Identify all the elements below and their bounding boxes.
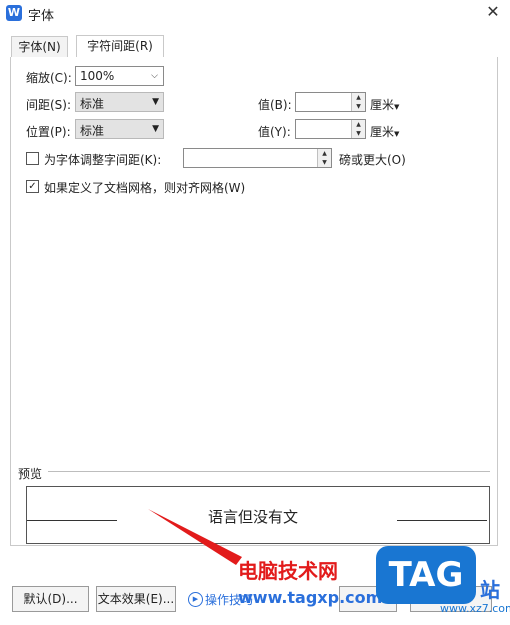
preview-baseline-right <box>397 520 487 521</box>
kerning-checkbox[interactable] <box>26 152 39 165</box>
up-arrow-icon[interactable]: ▲ <box>352 93 365 102</box>
position-amount-spinner[interactable]: ▲ ▼ <box>295 119 366 139</box>
caret-down-icon: ▼ <box>394 130 400 138</box>
preview-baseline-left <box>27 520 117 521</box>
spacing-unit: 厘米 <box>370 98 395 112</box>
wps-writer-icon: W <box>6 5 22 21</box>
caret-down-icon: ▼ <box>152 124 159 134</box>
spinner-buttons[interactable]: ▲ ▼ <box>317 149 331 167</box>
play-icon[interactable]: ▶ <box>188 592 203 607</box>
tag-logo: TAG <box>376 546 476 604</box>
spacing-unit-dropdown[interactable]: 厘米▼ <box>370 96 399 113</box>
down-arrow-icon[interactable]: ▼ <box>318 158 331 167</box>
watermark-arrow-graphic <box>148 509 242 565</box>
spinner-buttons[interactable]: ▲ ▼ <box>351 120 365 138</box>
preview-label: 预览 <box>18 467 43 481</box>
spacing-value: 标准 <box>80 97 105 111</box>
tab-font[interactable]: 字体(N) <box>11 36 68 58</box>
scale-value: 100% <box>80 69 115 83</box>
grid-align-checkbox[interactable]: ✓ <box>26 180 39 193</box>
up-arrow-icon[interactable]: ▲ <box>352 120 365 129</box>
window-title: 字体 <box>28 9 55 24</box>
kerning-label: 为字体调整字间距(K): <box>44 153 162 167</box>
position-label: 位置(P): <box>26 125 71 139</box>
spacing-amount-spinner[interactable]: ▲ ▼ <box>295 92 366 112</box>
position-unit: 厘米 <box>370 125 395 139</box>
position-amount-label: 值(Y): <box>258 125 291 139</box>
chevron-down-icon[interactable]: ⌵ <box>146 67 163 85</box>
watermark-url: www.tagxp.com <box>238 588 383 607</box>
kerning-spinner[interactable]: ▲ ▼ <box>183 148 332 168</box>
tab-character-spacing[interactable]: 字符间距(R) <box>76 35 164 58</box>
spacing-label: 间距(S): <box>26 98 72 112</box>
preview-divider <box>48 471 490 472</box>
caret-down-icon: ▼ <box>152 97 159 107</box>
watermark-side-text: 站 <box>480 578 500 602</box>
scale-label: 缩放(C): <box>26 71 72 85</box>
spacing-amount-label: 值(B): <box>258 98 292 112</box>
kerning-suffix-label: 磅或更大(O) <box>339 153 406 167</box>
up-arrow-icon[interactable]: ▲ <box>318 149 331 158</box>
watermark-site-text: 电脑技术网 <box>238 559 338 583</box>
caret-down-icon: ▼ <box>394 103 400 111</box>
down-arrow-icon[interactable]: ▼ <box>352 129 365 138</box>
position-dropdown[interactable]: 标准 ▼ <box>75 119 164 139</box>
text-effects-button[interactable]: 文本效果(E)... <box>96 586 176 612</box>
down-arrow-icon[interactable]: ▼ <box>352 102 365 111</box>
close-icon[interactable]: ✕ <box>484 3 502 21</box>
watermark-side-url: www.xz7.com <box>440 602 510 615</box>
position-value: 标准 <box>80 124 105 138</box>
scale-combo[interactable]: 100% ⌵ <box>75 66 164 86</box>
position-unit-dropdown[interactable]: 厘米▼ <box>370 123 399 140</box>
spinner-buttons[interactable]: ▲ ▼ <box>351 93 365 111</box>
title-bar: W 字体 ✕ <box>0 0 510 26</box>
grid-align-label: 如果定义了文档网格，则对齐网格(W) <box>44 181 246 195</box>
default-button[interactable]: 默认(D)... <box>12 586 89 612</box>
watermark-arrow-shape <box>148 509 242 565</box>
spacing-dropdown[interactable]: 标准 ▼ <box>75 92 164 112</box>
